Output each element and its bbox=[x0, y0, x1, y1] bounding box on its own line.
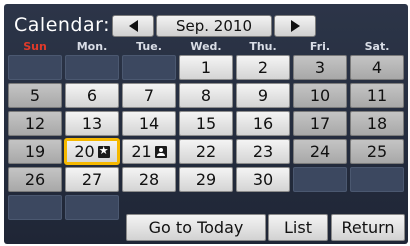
day-cell-13[interactable]: 13 bbox=[65, 111, 119, 136]
star-icon bbox=[97, 144, 110, 158]
day-cell-1[interactable]: 1 bbox=[179, 55, 233, 80]
month-label-text: Sep. 2010 bbox=[176, 17, 252, 35]
day-cell-20-selected[interactable]: 20 bbox=[64, 138, 120, 165]
calendar-screen: Calendar: Sep. 2010 Sun Mon. Tue. Wed. T… bbox=[4, 4, 408, 244]
day-cell-23[interactable]: 23 bbox=[236, 139, 290, 164]
day-cell-27[interactable]: 27 bbox=[65, 167, 119, 192]
empty-cell bbox=[65, 195, 119, 220]
weekday-tue: Tue. bbox=[136, 40, 162, 53]
person-icon bbox=[154, 145, 167, 158]
weekday-sun: Sun bbox=[23, 40, 47, 53]
calendar-title: Calendar: bbox=[14, 14, 111, 36]
day-cell-5[interactable]: 5 bbox=[8, 83, 62, 108]
day-cell-15[interactable]: 15 bbox=[179, 111, 233, 136]
day-cell-12[interactable]: 12 bbox=[8, 111, 62, 136]
day-cell-19[interactable]: 19 bbox=[8, 139, 62, 164]
empty-cell bbox=[8, 55, 62, 80]
day-number: 20 bbox=[74, 142, 95, 161]
list-button[interactable]: List bbox=[268, 214, 328, 241]
day-cell-6[interactable]: 6 bbox=[65, 83, 119, 108]
day-cell-14[interactable]: 14 bbox=[122, 111, 176, 136]
day-cell-16[interactable]: 16 bbox=[236, 111, 290, 136]
day-cell-9[interactable]: 9 bbox=[236, 83, 290, 108]
weekday-thu: Thu. bbox=[249, 40, 277, 53]
day-cell-7[interactable]: 7 bbox=[122, 83, 176, 108]
empty-cell bbox=[8, 195, 62, 220]
empty-cell bbox=[350, 167, 404, 192]
day-cell-8[interactable]: 8 bbox=[179, 83, 233, 108]
day-cell-22[interactable]: 22 bbox=[179, 139, 233, 164]
day-cell-11[interactable]: 11 bbox=[350, 83, 404, 108]
day-number: 21 bbox=[131, 142, 152, 161]
left-arrow-icon bbox=[128, 20, 138, 32]
empty-cell bbox=[293, 167, 347, 192]
day-cell-18[interactable]: 18 bbox=[350, 111, 404, 136]
day-cell-28[interactable]: 28 bbox=[122, 167, 176, 192]
weekday-mon: Mon. bbox=[76, 40, 108, 53]
day-cell-30[interactable]: 30 bbox=[236, 167, 290, 192]
empty-cell bbox=[65, 55, 119, 80]
weekday-wed: Wed. bbox=[190, 40, 222, 53]
day-cell-4[interactable]: 4 bbox=[350, 55, 404, 80]
weekday-sat: Sat. bbox=[364, 40, 390, 53]
day-cell-26[interactable]: 26 bbox=[8, 167, 62, 192]
go-to-today-button[interactable]: Go to Today bbox=[126, 214, 266, 241]
day-cell-3[interactable]: 3 bbox=[293, 55, 347, 80]
empty-cell bbox=[122, 55, 176, 80]
prev-month-button[interactable] bbox=[112, 15, 154, 37]
month-label: Sep. 2010 bbox=[156, 15, 272, 37]
right-arrow-icon bbox=[290, 20, 300, 32]
weekday-fri: Fri. bbox=[309, 40, 331, 53]
day-cell-17[interactable]: 17 bbox=[293, 111, 347, 136]
day-cell-10[interactable]: 10 bbox=[293, 83, 347, 108]
day-cell-25[interactable]: 25 bbox=[350, 139, 404, 164]
day-cell-29[interactable]: 29 bbox=[179, 167, 233, 192]
next-month-button[interactable] bbox=[274, 15, 316, 37]
return-button[interactable]: Return bbox=[331, 214, 405, 241]
day-cell-24[interactable]: 24 bbox=[293, 139, 347, 164]
day-cell-21[interactable]: 21 bbox=[122, 139, 176, 164]
day-cell-2[interactable]: 2 bbox=[236, 55, 290, 80]
